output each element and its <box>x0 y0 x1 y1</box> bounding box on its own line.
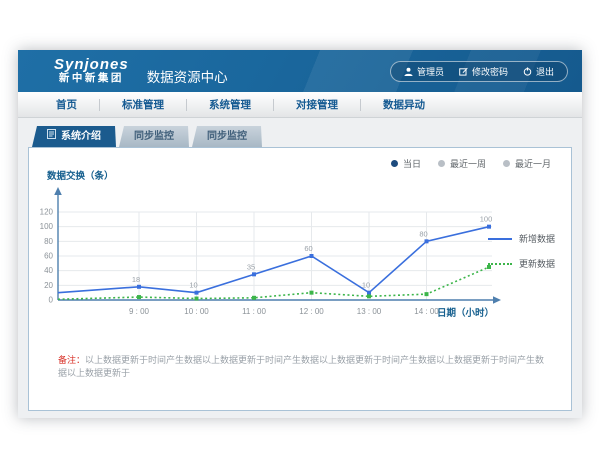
logout-label: 退出 <box>536 65 554 78</box>
svg-text:100: 100 <box>480 215 493 224</box>
svg-text:11 : 00: 11 : 00 <box>242 307 266 316</box>
power-icon <box>523 67 532 76</box>
legend-line-sample <box>488 238 512 240</box>
chart-panel: 当日 最近一周 最近一月 0204060801001209 : 0010 : 0… <box>28 147 572 411</box>
header: Synjones 新中新集团 数据资源中心 管理员 修改密码 退出 <box>18 50 582 92</box>
svg-text:10 : 00: 10 : 00 <box>184 307 209 316</box>
change-password-button[interactable]: 修改密码 <box>459 65 508 78</box>
svg-text:10: 10 <box>189 281 197 290</box>
logo-text-cn: 新中新集团 <box>54 73 129 85</box>
nav-item-home[interactable]: 首页 <box>34 97 99 112</box>
legend-item-new-data: 新增数据 <box>488 232 555 245</box>
svg-text:20: 20 <box>44 281 53 290</box>
tab-label: 系统介绍 <box>61 126 101 147</box>
svg-text:14 : 00: 14 : 00 <box>414 307 439 316</box>
tab-label: 同步监控 <box>134 126 174 147</box>
tab-bar: 系统介绍 同步监控 同步监控 <box>32 126 262 147</box>
svg-text:60: 60 <box>44 252 53 261</box>
exchange-chart-svg: 0 20 40 60 80 100 120 9 : 00 10 : 00 11 : 00 12 : … <box>37 164 507 332</box>
admin-user-label: 管理员 <box>417 65 444 78</box>
svg-text:12 : 00: 12 : 00 <box>299 307 324 316</box>
admin-user-button[interactable]: 管理员 <box>404 65 444 78</box>
app-window: Synjones 新中新集团 数据资源中心 管理员 修改密码 退出 首页 标准管… <box>18 50 582 418</box>
svg-text:13 : 00: 13 : 00 <box>357 307 382 316</box>
page-title: 数据资源中心 <box>147 66 228 86</box>
svg-text:100: 100 <box>40 222 54 231</box>
nav-item-data-change[interactable]: 数据异动 <box>361 97 447 112</box>
edit-icon <box>459 67 468 76</box>
svg-text:9 : 00: 9 : 00 <box>129 307 150 316</box>
document-icon <box>47 126 56 147</box>
svg-text:数据交换（条）: 数据交换（条） <box>46 170 114 182</box>
change-password-label: 修改密码 <box>472 65 508 78</box>
content-area: 系统介绍 同步监控 同步监控 当日 最近一周 <box>18 118 582 418</box>
logout-button[interactable]: 退出 <box>523 65 554 78</box>
footnote: 备注：以上数据更新于时间产生数据以上数据更新于时间产生数据以上数据更新于时间产生… <box>58 354 550 379</box>
nav-item-interface-mgmt[interactable]: 对接管理 <box>274 97 360 112</box>
nav-item-system-mgmt[interactable]: 系统管理 <box>187 97 273 112</box>
tab-sync-monitor-1[interactable]: 同步监控 <box>119 126 189 147</box>
footnote-prefix: 备注： <box>58 355 85 365</box>
radio-label: 最近一月 <box>515 157 551 170</box>
svg-text:60: 60 <box>304 244 312 253</box>
company-logo: Synjones 新中新集团 <box>54 57 129 85</box>
svg-text:日期（小时）: 日期（小时） <box>437 307 494 319</box>
svg-text:40: 40 <box>44 266 53 275</box>
svg-text:80: 80 <box>44 237 53 246</box>
chart-legend: 新增数据 更新数据 <box>488 232 555 282</box>
legend-item-updated-data: 更新数据 <box>488 257 555 270</box>
tab-system-intro[interactable]: 系统介绍 <box>32 126 116 147</box>
svg-text:80: 80 <box>419 229 427 238</box>
nav-item-standard-mgmt[interactable]: 标准管理 <box>100 97 186 112</box>
main-nav: 首页 标准管理 系统管理 对接管理 数据异动 <box>18 92 582 118</box>
legend-label: 更新数据 <box>519 257 555 270</box>
svg-text:0: 0 <box>49 296 54 305</box>
logo-text-en: Synjones <box>54 57 129 74</box>
footnote-text: 以上数据更新于时间产生数据以上数据更新于时间产生数据以上数据更新于时间产生数据以… <box>58 355 544 378</box>
legend-line-sample <box>488 263 512 265</box>
tab-label: 同步监控 <box>207 126 247 147</box>
svg-text:10: 10 <box>362 281 370 290</box>
user-menu: 管理员 修改密码 退出 <box>390 61 568 82</box>
legend-label: 新增数据 <box>519 232 555 245</box>
radio-last-month[interactable]: 最近一月 <box>503 157 551 170</box>
tab-sync-monitor-2[interactable]: 同步监控 <box>192 126 262 147</box>
svg-text:18: 18 <box>132 275 140 284</box>
user-icon <box>404 67 413 76</box>
svg-text:35: 35 <box>247 262 255 271</box>
svg-text:120: 120 <box>40 208 54 217</box>
